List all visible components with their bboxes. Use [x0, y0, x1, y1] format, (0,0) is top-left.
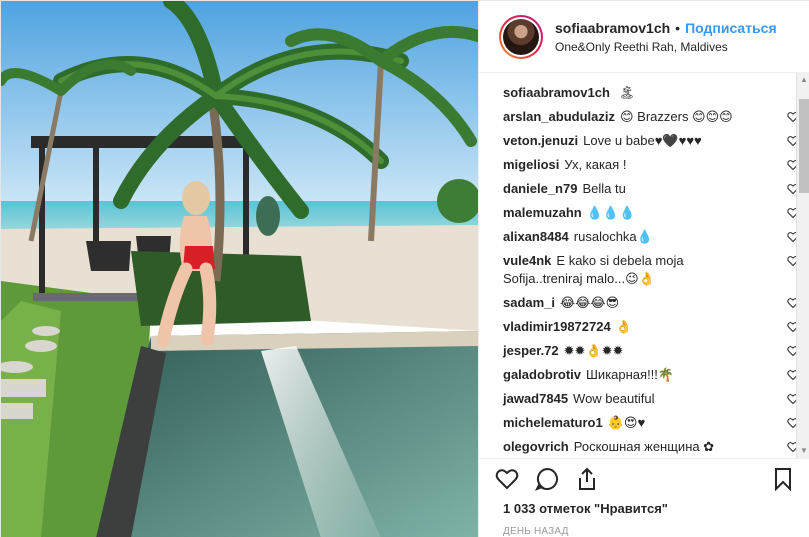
- comment-item: michelematuro1 👶😍♥: [503, 411, 799, 435]
- comment-item: veton.jenuzi Love u babe♥🖤♥♥♥: [503, 129, 799, 153]
- comment-username[interactable]: vladimir19872724: [503, 319, 611, 334]
- comment-body: 👌: [615, 319, 632, 334]
- comment-item: jawad7845 Wow beautiful: [503, 387, 799, 411]
- comment-username[interactable]: jawad7845: [503, 391, 568, 406]
- comment-item: vladimir19872724 👌: [503, 315, 799, 339]
- comment-text: sadam_i 😂😂😂😎: [503, 294, 775, 312]
- resort-pool-photo: [1, 1, 478, 537]
- post-sidebar: sofiaabramov1ch • Подписаться One&Only R…: [478, 1, 809, 537]
- comment-text: michelematuro1 👶😍♥: [503, 414, 775, 432]
- comment-text: jesper.72 ✹✹👌✹✹: [503, 342, 775, 360]
- comment-username[interactable]: veton.jenuzi: [503, 133, 578, 148]
- post-actions: 1 033 отметок "Нравится" ДЕНЬ НАЗАД: [479, 458, 809, 537]
- scroll-thumb[interactable]: [799, 99, 809, 193]
- heart-icon[interactable]: [495, 467, 519, 491]
- comment-body: Wow beautiful: [573, 391, 655, 406]
- scroll-up-icon[interactable]: ▲: [797, 73, 809, 87]
- header-line: sofiaabramov1ch • Подписаться: [555, 20, 777, 36]
- comment-text: arslan_abudulaziz 😊 Brazzers 😊😊😊: [503, 108, 775, 126]
- comment-username[interactable]: malemuzahn: [503, 205, 582, 220]
- comment-text: galadobrotiv Шикарная!!!🌴: [503, 366, 775, 384]
- post-photo[interactable]: [1, 1, 478, 537]
- comment-body: 😂😂😂😎: [560, 295, 620, 310]
- comment-body: Ух, какая !: [564, 157, 627, 172]
- comment-item: jesper.72 ✹✹👌✹✹: [503, 339, 799, 363]
- location-link[interactable]: One&Only Reethi Rah, Maldives: [555, 40, 777, 54]
- action-icons: [495, 459, 795, 499]
- comment-item: daniele_n79 Bella tu: [503, 177, 799, 201]
- comment-username[interactable]: sadam_i: [503, 295, 555, 310]
- comment-text: daniele_n79 Bella tu: [503, 180, 775, 198]
- comment-item: sadam_i 😂😂😂😎: [503, 291, 799, 315]
- comment-rows: arslan_abudulaziz 😊 Brazzers 😊😊😊 veton.jen…: [503, 105, 809, 458]
- comment-text: alixan8484 rusalochka💧: [503, 228, 775, 246]
- comment-item: galadobrotiv Шикарная!!!🌴: [503, 363, 799, 387]
- comment-item: migeliosi Ух, какая !: [503, 153, 799, 177]
- comment-text: vladimir19872724 👌: [503, 318, 775, 336]
- post-timestamp: ДЕНЬ НАЗАД: [503, 526, 569, 537]
- bookmark-icon[interactable]: [771, 467, 795, 491]
- comment-username[interactable]: michelematuro1: [503, 415, 603, 430]
- likes-count[interactable]: 1 033 отметок "Нравится": [495, 501, 795, 516]
- avatar-image: [503, 18, 539, 55]
- comment-text: migeliosi Ух, какая !: [503, 156, 775, 174]
- comment-item: arslan_abudulaziz 😊 Brazzers 😊😊😊: [503, 105, 799, 129]
- caption-text: sofiaabramov1ch 🏝: [503, 84, 775, 102]
- comment-item: olegovrich Роскошная женщина ✿: [503, 435, 799, 458]
- comments-scrollbar[interactable]: ▲ ▼: [796, 73, 809, 458]
- comment-username[interactable]: arslan_abudulaziz: [503, 109, 615, 124]
- comment-body: Bella tu: [582, 181, 626, 196]
- instagram-post: sofiaabramov1ch • Подписаться One&Only R…: [0, 0, 809, 537]
- comment-body: ✹✹👌✹✹: [563, 343, 624, 358]
- author-username[interactable]: sofiaabramov1ch: [555, 20, 670, 36]
- comment-body: Шикарная!!!🌴: [586, 367, 675, 382]
- comment-text: jawad7845 Wow beautiful: [503, 390, 775, 408]
- avatar[interactable]: [499, 14, 543, 59]
- follow-button[interactable]: Подписаться: [685, 20, 777, 36]
- avatar-ring: [501, 16, 541, 57]
- comment-text: olegovrich Роскошная женщина ✿: [503, 438, 775, 456]
- comment-body: 👶😍♥: [607, 415, 646, 430]
- comment-username[interactable]: daniele_n79: [503, 181, 577, 196]
- scroll-down-icon[interactable]: ▼: [797, 444, 809, 458]
- comment-username[interactable]: olegovrich: [503, 439, 569, 454]
- comment-body: rusalochka💧: [573, 229, 653, 244]
- comment-text: malemuzahn 💧💧💧: [503, 204, 775, 222]
- comments-list[interactable]: sofiaabramov1ch 🏝 arslan_abudulaziz 😊 Bra…: [479, 73, 809, 458]
- comment-item: alixan8484 rusalochka💧: [503, 225, 799, 249]
- caption: sofiaabramov1ch 🏝: [503, 81, 775, 105]
- post-header: sofiaabramov1ch • Подписаться One&Only R…: [479, 1, 809, 73]
- caption-body: 🏝: [618, 85, 636, 100]
- comment-username[interactable]: jesper.72: [503, 343, 559, 358]
- comment-body: Роскошная женщина ✿: [573, 439, 715, 454]
- share-icon[interactable]: [575, 467, 599, 491]
- comment-body: 💧💧💧: [586, 205, 636, 220]
- comment-username[interactable]: galadobrotiv: [503, 367, 581, 382]
- comment-username[interactable]: migeliosi: [503, 157, 559, 172]
- comment-username[interactable]: vule4nk: [503, 253, 551, 268]
- comment-body: 😊 Brazzers 😊😊😊: [619, 109, 733, 124]
- comment-item: malemuzahn 💧💧💧: [503, 201, 799, 225]
- comment-username[interactable]: alixan8484: [503, 229, 569, 244]
- comment-body: Love u babe♥🖤♥♥♥: [583, 133, 702, 148]
- comment-icon[interactable]: [535, 467, 559, 491]
- caption-author[interactable]: sofiaabramov1ch: [503, 85, 610, 100]
- comment-item: vule4nk E kako si debela moja Sofija..tre…: [503, 249, 799, 291]
- comment-text: veton.jenuzi Love u babe♥🖤♥♥♥: [503, 132, 775, 150]
- header-separator: •: [675, 19, 681, 36]
- comment-text: vule4nk E kako si debela moja Sofija..tre…: [503, 252, 775, 288]
- header-info: sofiaabramov1ch • Подписаться One&Only R…: [555, 20, 777, 54]
